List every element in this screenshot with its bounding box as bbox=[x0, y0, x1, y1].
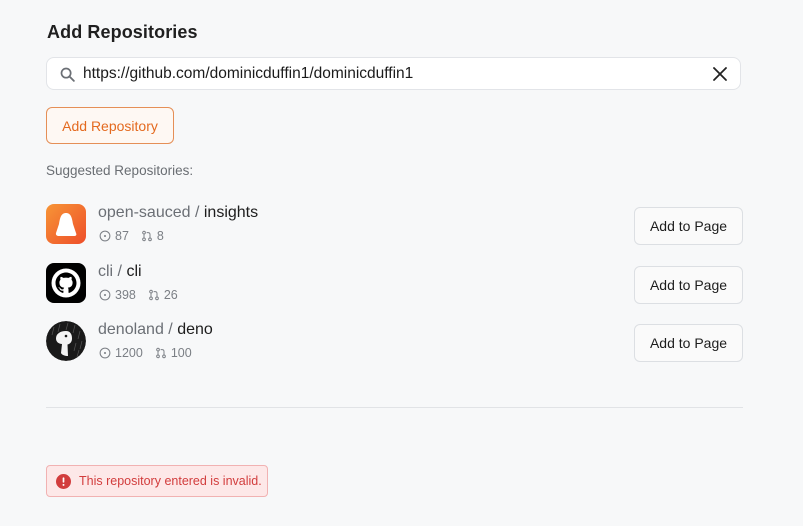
pr-count: 100 bbox=[170, 346, 192, 360]
alert-circle-icon bbox=[56, 473, 71, 489]
divider bbox=[46, 407, 743, 408]
pull-request-icon bbox=[155, 347, 166, 359]
error-alert: This repository entered is invalid. bbox=[46, 465, 268, 497]
add-repository-button[interactable]: Add Repository bbox=[46, 107, 174, 144]
open-sauced-logo bbox=[46, 204, 86, 244]
repo-stats: 1200 100 bbox=[99, 346, 192, 360]
suggested-repo-item: open-sauced / insights 87 8 Add to Page bbox=[46, 204, 743, 246]
pr-count: 26 bbox=[163, 288, 178, 302]
close-icon[interactable] bbox=[712, 66, 728, 82]
pull-request-icon bbox=[142, 230, 152, 242]
add-to-page-button[interactable]: Add to Page bbox=[634, 207, 743, 245]
issue-icon bbox=[99, 289, 111, 301]
search-input[interactable] bbox=[83, 58, 703, 89]
issue-icon bbox=[99, 230, 111, 242]
pr-count: 8 bbox=[156, 229, 164, 243]
search-icon bbox=[60, 67, 75, 82]
pull-request-icon bbox=[149, 289, 159, 301]
issue-icon bbox=[99, 347, 111, 359]
issue-count: 87 bbox=[115, 229, 129, 243]
repo-name[interactable]: denoland / deno bbox=[98, 321, 213, 339]
issue-count: 1200 bbox=[115, 346, 143, 360]
page-title: Add Repositories bbox=[47, 22, 198, 42]
suggested-repositories-label: Suggested Repositories: bbox=[46, 163, 194, 178]
repo-stats: 398 26 bbox=[99, 288, 178, 302]
error-message: This repository entered is invalid. bbox=[79, 474, 262, 488]
github-logo bbox=[46, 263, 86, 303]
suggested-repo-item: cli / cli 398 26 Add to Page bbox=[46, 263, 743, 305]
add-to-page-button[interactable]: Add to Page bbox=[634, 324, 743, 362]
suggested-repo-item: denoland / deno 1200 100 Add to Page bbox=[46, 321, 743, 363]
deno-logo bbox=[46, 321, 86, 361]
issue-count: 398 bbox=[115, 288, 136, 302]
add-to-page-button[interactable]: Add to Page bbox=[634, 266, 743, 304]
repository-search-field[interactable] bbox=[46, 57, 741, 90]
repo-stats: 87 8 bbox=[99, 229, 164, 243]
repo-name[interactable]: cli / cli bbox=[98, 263, 142, 281]
repo-name[interactable]: open-sauced / insights bbox=[98, 204, 258, 222]
